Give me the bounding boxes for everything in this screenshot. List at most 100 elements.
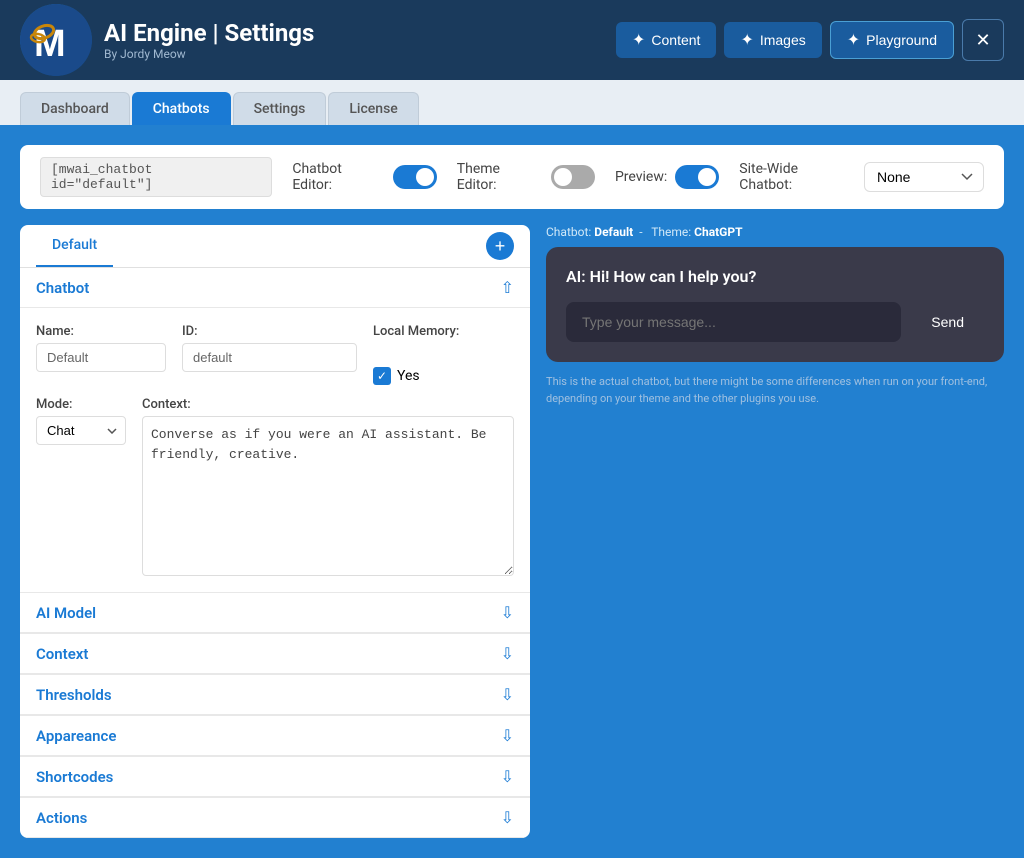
- mode-label: Mode:: [36, 397, 126, 412]
- playground-nav-label: Playground: [866, 32, 937, 48]
- app-subtitle: By Jordy Meow: [104, 47, 314, 61]
- site-wide-group: Site-Wide Chatbot: None: [739, 161, 984, 193]
- shortcodes-title: Shortcodes: [36, 768, 113, 786]
- logo-area: M AI Engine | Settings By Jordy Meow: [20, 4, 314, 76]
- local-memory-checkbox-group: ✓ Yes: [373, 367, 459, 385]
- chatbot-editor-toggle[interactable]: [393, 165, 437, 189]
- app-title: AI Engine | Settings: [104, 19, 314, 47]
- chatbot-chevron-icon: ⇧: [501, 278, 514, 297]
- images-star-icon: ✦: [740, 30, 753, 50]
- context-label: Context:: [142, 397, 514, 412]
- id-input[interactable]: [182, 343, 357, 372]
- actions-section: Actions ⇩: [20, 797, 530, 838]
- toolbar-row: [mwai_chatbot id="default"] Chatbot Edit…: [20, 145, 1004, 209]
- context-chevron-icon: ⇩: [501, 644, 514, 663]
- context-section-title: Context: [36, 645, 88, 663]
- send-label: Send: [931, 314, 964, 330]
- site-wide-label: Site-Wide Chatbot:: [739, 161, 854, 193]
- actions-section-header[interactable]: Actions ⇩: [20, 798, 530, 838]
- mode-group: Mode: Chat Assistant Images: [36, 397, 126, 445]
- shortcode-tag: [mwai_chatbot id="default"]: [40, 157, 272, 197]
- name-label: Name:: [36, 324, 166, 339]
- shortcodes-chevron-icon: ⇩: [501, 767, 514, 786]
- id-label: ID:: [182, 324, 357, 339]
- chat-preview: AI: Hi! How can I help you? Send: [546, 247, 1004, 362]
- local-memory-group: Local Memory: ✓ Yes: [373, 324, 459, 385]
- appearance-section: Appareance ⇩: [20, 715, 530, 756]
- header-nav: ✦ Content ✦ Images ✦ Playground ✕: [616, 19, 1004, 61]
- preview-toggle[interactable]: [675, 165, 719, 189]
- appearance-section-header[interactable]: Appareance ⇩: [20, 716, 530, 756]
- context-group: Context: Converse as if you were an AI a…: [142, 397, 514, 576]
- context-textarea[interactable]: Converse as if you were an AI assistant.…: [142, 416, 514, 576]
- shortcodes-section: Shortcodes ⇩: [20, 756, 530, 797]
- appearance-title: Appareance: [36, 727, 116, 745]
- content-nav-button[interactable]: ✦ Content: [616, 22, 716, 58]
- logo-text: AI Engine | Settings By Jordy Meow: [104, 19, 314, 61]
- name-group: Name:: [36, 324, 166, 372]
- tab-settings[interactable]: Settings: [233, 92, 327, 125]
- chatbot-editor-label: Chatbot Editor:: [292, 161, 384, 193]
- chatbot-section-content: Name: ID: Local Memory: ✓ Yes: [20, 308, 530, 592]
- name-id-row: Name: ID: Local Memory: ✓ Yes: [36, 324, 514, 385]
- images-nav-button[interactable]: ✦ Images: [724, 22, 821, 58]
- logo-icon: M: [20, 4, 92, 76]
- close-icon: ✕: [975, 30, 990, 51]
- id-group: ID:: [182, 324, 357, 372]
- add-icon: +: [495, 236, 506, 257]
- tab-license[interactable]: License: [328, 92, 418, 125]
- appearance-chevron-icon: ⇩: [501, 726, 514, 745]
- preview-knob: [698, 168, 716, 186]
- tabs-bar: Dashboard Chatbots Settings License: [0, 80, 1024, 125]
- left-panel: Default + Chatbot ⇧ Name:: [20, 225, 530, 838]
- theme-editor-toggle[interactable]: [551, 165, 595, 189]
- message-input[interactable]: [566, 302, 901, 342]
- theme-editor-toggle-group: Theme Editor:: [457, 161, 595, 193]
- chatbot-editor-knob: [416, 168, 434, 186]
- close-button[interactable]: ✕: [962, 19, 1004, 61]
- theme-editor-label: Theme Editor:: [457, 161, 543, 193]
- chat-info: Chatbot: Default - Theme: ChatGPT: [546, 225, 1004, 239]
- images-nav-label: Images: [760, 32, 806, 48]
- content-nav-label: Content: [651, 32, 700, 48]
- mode-select[interactable]: Chat Assistant Images: [36, 416, 126, 445]
- ai-model-section-header[interactable]: AI Model ⇩: [20, 593, 530, 633]
- message-input-row: Send: [566, 302, 984, 342]
- header: M AI Engine | Settings By Jordy Meow ✦ C…: [0, 0, 1024, 80]
- local-memory-label: Local Memory:: [373, 324, 459, 339]
- actions-title: Actions: [36, 809, 87, 827]
- send-button[interactable]: Send: [911, 304, 984, 340]
- actions-chevron-icon: ⇩: [501, 808, 514, 827]
- ai-model-section: AI Model ⇩: [20, 592, 530, 633]
- inner-tab-default[interactable]: Default: [36, 225, 113, 267]
- chatbot-section-title: Chatbot: [36, 279, 89, 297]
- ai-greeting: AI: Hi! How can I help you?: [566, 267, 984, 286]
- ai-model-chevron-icon: ⇩: [501, 603, 514, 622]
- context-section-header[interactable]: Context ⇩: [20, 634, 530, 674]
- thresholds-title: Thresholds: [36, 686, 112, 704]
- theme-info-name: ChatGPT: [694, 225, 742, 239]
- chatbot-section-header[interactable]: Chatbot ⇧: [20, 268, 530, 308]
- inner-tabs: Default +: [20, 225, 530, 268]
- thresholds-section-header[interactable]: Thresholds ⇩: [20, 675, 530, 715]
- ai-model-title: AI Model: [36, 604, 96, 622]
- add-chatbot-button[interactable]: +: [486, 232, 514, 260]
- tab-chatbots[interactable]: Chatbots: [132, 92, 231, 125]
- preview-label: Preview:: [615, 169, 667, 185]
- chatbot-info-label: Chatbot:: [546, 225, 591, 239]
- thresholds-chevron-icon: ⇩: [501, 685, 514, 704]
- context-section: Context ⇩: [20, 633, 530, 674]
- theme-info-label: Theme:: [651, 225, 691, 239]
- playground-star-icon: ✦: [847, 30, 860, 50]
- mode-context-row: Mode: Chat Assistant Images Context: Con…: [36, 397, 514, 576]
- site-wide-select[interactable]: None: [864, 162, 984, 192]
- shortcodes-section-header[interactable]: Shortcodes ⇩: [20, 757, 530, 797]
- main-content: [mwai_chatbot id="default"] Chatbot Edit…: [0, 125, 1024, 858]
- local-memory-yes-label: Yes: [397, 368, 420, 384]
- playground-nav-button[interactable]: ✦ Playground: [830, 21, 954, 59]
- tab-dashboard[interactable]: Dashboard: [20, 92, 130, 125]
- local-memory-checkbox[interactable]: ✓: [373, 367, 391, 385]
- name-input[interactable]: [36, 343, 166, 372]
- two-column-layout: Default + Chatbot ⇧ Name:: [20, 225, 1004, 838]
- chatbot-info-name: Default: [594, 225, 633, 239]
